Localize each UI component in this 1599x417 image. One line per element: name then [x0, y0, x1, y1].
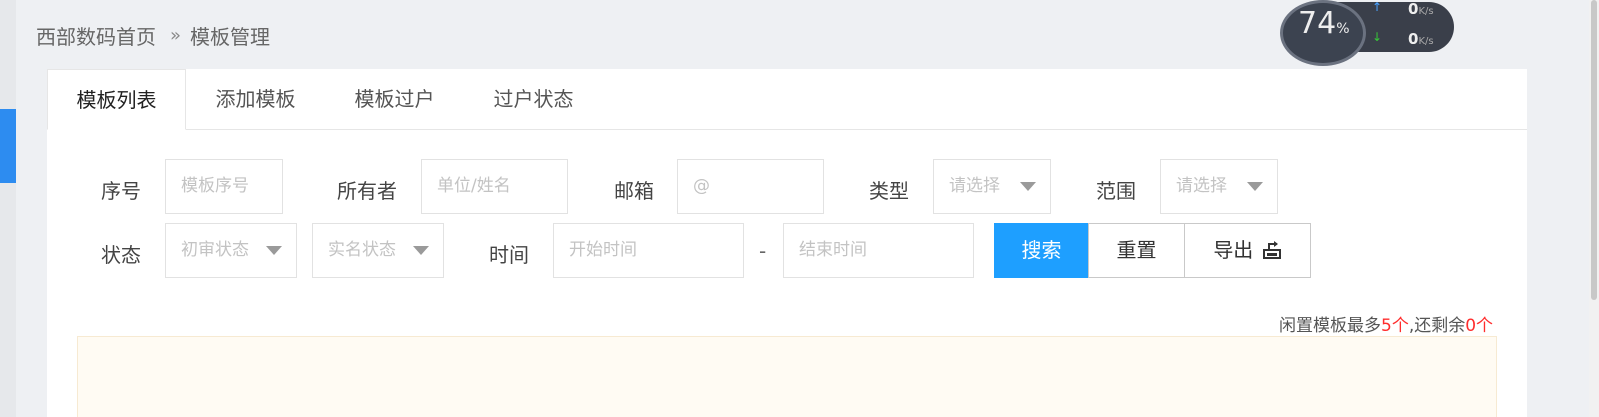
- scrollbar-thumb[interactable]: [1591, 0, 1597, 300]
- network-monitor-widget: 74% ↑ 0K/s ↓ 0K/s: [1280, 0, 1456, 66]
- tab-bar: 模板列表 添加模板 模板过户 过户状态: [47, 69, 1527, 130]
- scope-label: 范围: [1096, 179, 1136, 203]
- realname-status-select[interactable]: 实名状态: [312, 223, 444, 278]
- tab-add-template[interactable]: 添加模板: [186, 69, 325, 129]
- type-select-value: 请选择: [949, 176, 1000, 196]
- index-label: 序号: [101, 179, 141, 203]
- tab-transfer-status[interactable]: 过户状态: [464, 69, 603, 129]
- date-range-dash: -: [759, 239, 767, 263]
- page-scrollbar[interactable]: [1589, 0, 1599, 417]
- notice-prefix: 闲置模板最多: [1279, 316, 1381, 336]
- left-sidebar-edge: [0, 0, 16, 417]
- download-arrow-icon: ↓: [1372, 30, 1383, 44]
- email-input[interactable]: @: [677, 159, 824, 214]
- idle-template-notice: 闲置模板最多5个,还剩余0个: [1279, 311, 1493, 336]
- realname-status-value: 实名状态: [328, 240, 396, 260]
- owner-input[interactable]: 单位/姓名: [421, 159, 568, 214]
- breadcrumb-separator: »: [170, 25, 182, 46]
- usage-percent: 74%: [1298, 6, 1350, 41]
- notice-remaining-count: 0个: [1465, 316, 1494, 336]
- review-status-value: 初审状态: [181, 240, 249, 260]
- upload-arrow-icon: ↑: [1372, 0, 1383, 14]
- upload-speed: 0K/s: [1408, 0, 1434, 18]
- chevron-down-icon: [266, 246, 282, 255]
- breadcrumb-home-link[interactable]: 西部数码首页: [36, 21, 156, 50]
- reset-button[interactable]: 重置: [1088, 223, 1185, 278]
- breadcrumb-current: 模板管理: [190, 25, 271, 49]
- breadcrumb: 西部数码首页 » 模板管理: [36, 21, 270, 50]
- review-status-select[interactable]: 初审状态: [165, 223, 297, 278]
- end-time-input[interactable]: 结束时间: [783, 223, 974, 278]
- type-select[interactable]: 请选择: [933, 159, 1051, 214]
- search-button[interactable]: 搜索: [994, 223, 1089, 278]
- scope-select[interactable]: 请选择: [1160, 159, 1278, 214]
- start-time-input[interactable]: 开始时间: [553, 223, 744, 278]
- owner-label: 所有者: [337, 179, 397, 203]
- index-input[interactable]: 模板序号: [165, 159, 283, 214]
- scope-select-value: 请选择: [1176, 176, 1227, 196]
- tab-template-transfer[interactable]: 模板过户: [325, 69, 464, 129]
- tab-template-list[interactable]: 模板列表: [47, 69, 186, 130]
- chevron-down-icon: [1247, 182, 1263, 191]
- notice-middle: ,还剩余: [1408, 316, 1466, 336]
- type-label: 类型: [869, 179, 909, 203]
- time-label: 时间: [489, 243, 529, 267]
- export-button-label: 导出: [1213, 238, 1254, 262]
- chevron-down-icon: [1020, 182, 1036, 191]
- chevron-down-icon: [413, 246, 429, 255]
- notice-max-count: 5个: [1381, 316, 1409, 336]
- export-icon: [1262, 241, 1281, 259]
- download-speed: 0K/s: [1408, 30, 1434, 48]
- email-label: 邮箱: [614, 179, 654, 203]
- left-sidebar-active-marker: [0, 109, 16, 183]
- status-label: 状态: [101, 243, 141, 267]
- template-table-area: [77, 336, 1497, 417]
- export-button[interactable]: 导出: [1184, 223, 1311, 278]
